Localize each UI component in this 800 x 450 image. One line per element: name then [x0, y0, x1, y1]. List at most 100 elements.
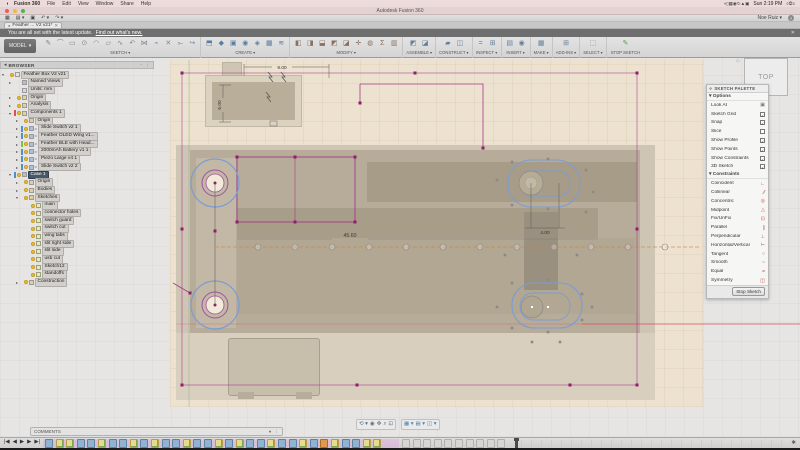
sketch-point[interactable] [482, 147, 485, 150]
visibility-bulb-icon[interactable] [31, 265, 35, 269]
ribbon-tool-icon[interactable]: ⊙ [79, 38, 89, 49]
timeline-step-back-button[interactable]: ◀ [13, 439, 17, 445]
palette-section-header[interactable]: ▾ Options [707, 93, 768, 101]
browser-row-switch-guard[interactable]: switch guard [0, 217, 154, 225]
ribbon-tool-icon[interactable]: ◉ [240, 38, 250, 49]
timeline-feature-icon[interactable] [236, 439, 244, 448]
ribbon-tool-icon[interactable]: ▦ [264, 38, 274, 49]
ribbon-tool-icon[interactable]: ◩ [329, 38, 339, 49]
browser-row-analysis[interactable]: ▸Analysis [0, 102, 154, 110]
browser-row-feather-box-v2-v21[interactable]: ▾Feather Box V2 v21 [0, 71, 154, 79]
timeline-suppressed-icon[interactable] [402, 439, 410, 448]
palette-header[interactable]: ✥ SKETCH PALETTE [707, 85, 768, 93]
expander-icon[interactable]: ▸ [16, 280, 20, 285]
expander-icon[interactable]: ▾ [9, 111, 13, 116]
grid-snaps-icon[interactable]: ▤ ▾ [416, 421, 426, 428]
zoom-icon[interactable]: ⌕ [383, 421, 386, 428]
expander-icon[interactable]: ▾ [9, 172, 13, 177]
ribbon-tool-icon[interactable]: ✕ [163, 38, 173, 49]
visibility-bulb-icon[interactable] [31, 227, 35, 231]
sketch-handle-point[interactable] [559, 341, 562, 344]
timeline-suppressed-icon[interactable] [497, 439, 505, 448]
sketch-point[interactable] [189, 292, 192, 295]
sketch-handle-point[interactable] [511, 282, 514, 285]
timeline-suppressed-icon[interactable] [444, 439, 452, 448]
sketch-handle-point[interactable] [592, 191, 595, 194]
ribbon-tool-icon[interactable]: ◪ [420, 38, 430, 49]
timeline-step-forward-button[interactable]: ▶ [27, 439, 31, 445]
visibility-bulb-icon[interactable] [24, 165, 28, 169]
undo-icon[interactable]: ↶ ▾ [41, 15, 49, 21]
centerline-point-marker[interactable] [477, 244, 483, 250]
ribbon-tool-icon[interactable]: ⊞ [488, 38, 498, 49]
view-cube-face-label[interactable]: TOP [758, 74, 774, 81]
slot-top-right[interactable] [508, 160, 580, 207]
ribbon-group-label[interactable]: INSERT ▾ [506, 50, 524, 55]
constraint-icon[interactable]: ◫ [760, 278, 765, 284]
ribbon-group-label[interactable]: INSPECT ▾ [476, 50, 497, 55]
home-view-icon[interactable]: ⌂ [736, 58, 740, 64]
centerline-point-marker[interactable] [292, 244, 298, 250]
menu-item-file[interactable]: File [47, 1, 55, 7]
menu-item-help[interactable]: Help [141, 1, 151, 7]
browser-dot-icon[interactable]: ◦ [140, 62, 142, 68]
notification-center-icon[interactable]: ≡ [792, 1, 795, 6]
timeline-feature-icon[interactable] [109, 439, 117, 448]
checkbox[interactable]: ✓ [760, 138, 765, 143]
menu-item-edit[interactable]: Edit [62, 1, 71, 7]
timeline-feature-icon[interactable] [373, 439, 381, 448]
timeline-feature-icon[interactable] [193, 439, 201, 448]
user-menu[interactable]: Noe Ruiz ▾ [758, 15, 782, 21]
sketch-point[interactable] [359, 102, 362, 105]
expander-icon[interactable]: ▸ [16, 188, 20, 193]
centerline-point-marker[interactable] [329, 244, 335, 250]
dimension-4-text[interactable]: 4.00 [540, 230, 550, 236]
sketch-point[interactable] [181, 228, 184, 231]
sketch-handle-point[interactable] [496, 179, 499, 182]
sketch-handle-point[interactable] [511, 327, 514, 330]
dimension-4[interactable] [525, 183, 565, 228]
ribbon-tool-icon[interactable]: ◍ [365, 38, 375, 49]
centerline-point-marker[interactable] [255, 244, 261, 250]
app-menu[interactable]: Fusion 360 [14, 1, 40, 7]
visibility-bulb-icon[interactable] [31, 242, 35, 246]
sketch-handle-point[interactable] [531, 341, 534, 344]
sketch-handle-point[interactable] [585, 211, 588, 214]
sketch-point[interactable] [569, 384, 572, 387]
timeline-feature-icon[interactable] [66, 439, 74, 448]
constraint-icon[interactable]: ○ [762, 251, 765, 257]
save-icon[interactable]: ▣ [30, 15, 35, 21]
outer-sketch-rectangle[interactable] [182, 73, 637, 385]
visibility-bulb-icon[interactable] [24, 180, 28, 184]
stop-sketch-button[interactable]: ✎ STOP SKETCH [607, 37, 644, 56]
sketch-handle-point[interactable] [547, 279, 550, 282]
ribbon-tool-icon[interactable]: ≋ [276, 38, 286, 49]
expander-icon[interactable]: ▸ [16, 118, 20, 123]
ribbon-group-label[interactable]: SELECT ▾ [583, 50, 602, 55]
centerline-point-marker[interactable] [514, 244, 520, 250]
sketch-handle-point[interactable] [511, 204, 514, 207]
timeline-feature-icon[interactable] [151, 439, 159, 448]
comment-menu-icon[interactable]: ⋮ [274, 429, 279, 435]
timeline-feature-icon[interactable] [257, 439, 265, 448]
ribbon-tool-icon[interactable]: ▥ [389, 38, 399, 49]
browser-row-bodies[interactable]: ▸Bodies [0, 186, 154, 194]
ribbon-tool-icon[interactable]: ◉ [517, 38, 527, 49]
ribbon-tool-icon[interactable]: ▤ [505, 38, 515, 49]
browser-row-sketch12[interactable]: Sketch12 [0, 263, 154, 271]
sketch-point[interactable] [236, 156, 239, 159]
expander-icon[interactable]: ▾ [2, 72, 6, 77]
sketch-point[interactable] [236, 221, 239, 224]
timeline-feature-icon[interactable] [162, 439, 170, 448]
browser-row-slide-switch-v2-2[interactable]: ▸∞Slide Switch v2 2 [0, 163, 154, 171]
dimension-6-text[interactable]: 6.00 [217, 100, 223, 110]
dimension-45-text[interactable]: 45.60 [344, 233, 357, 239]
constraint-icon[interactable]: ⊥ [761, 234, 765, 240]
browser-row-named-views[interactable]: ▸Named Views [0, 79, 154, 87]
browser-row-origin[interactable]: ▸Origin [0, 94, 154, 102]
browser-collapse-icon[interactable]: ◂ [4, 62, 7, 68]
timeline-feature-icon[interactable] [204, 439, 212, 448]
timeline-feature-icon[interactable] [278, 439, 286, 448]
timeline-suppressed-icon[interactable] [455, 439, 463, 448]
timeline-feature-icon[interactable] [331, 439, 339, 448]
